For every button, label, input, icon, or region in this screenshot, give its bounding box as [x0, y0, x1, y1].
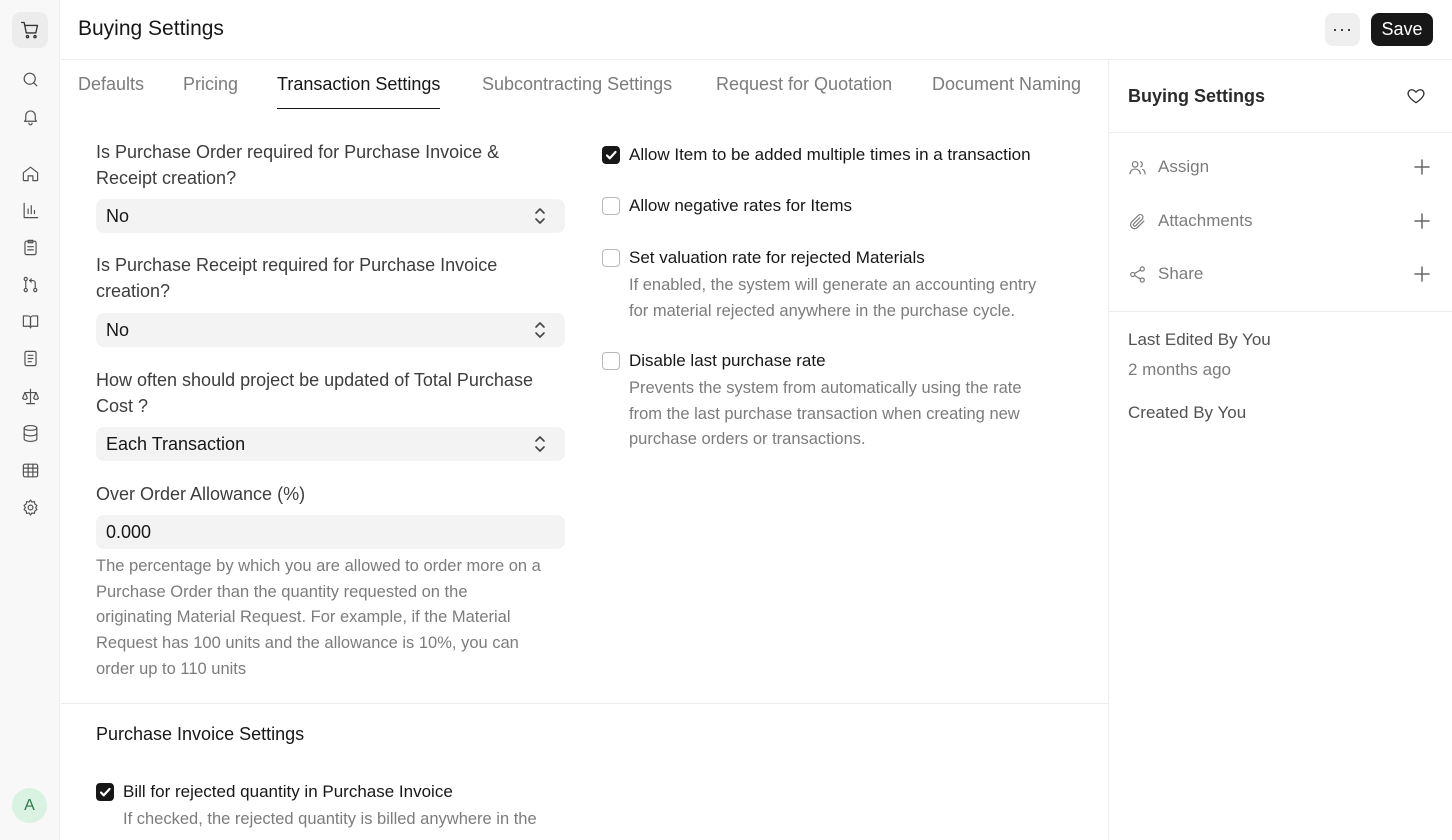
- sidebar-title: Buying Settings: [1128, 86, 1266, 106]
- chevron-up-down-icon: [533, 321, 547, 339]
- file-text-icon[interactable]: [12, 342, 48, 374]
- bill-rejected-quantity-checkbox[interactable]: [96, 783, 114, 801]
- document-sidebar: Buying Settings Assign Attachments Share…: [1108, 60, 1452, 840]
- pr-required-value: No: [106, 319, 130, 340]
- tab-subcontracting-settings[interactable]: Subcontracting Settings: [482, 74, 672, 108]
- home-icon[interactable]: [12, 157, 48, 189]
- gear-icon[interactable]: [12, 491, 48, 523]
- plus-icon[interactable]: [1413, 158, 1433, 178]
- page-header: Buying Settings ··· Save: [61, 0, 1452, 60]
- allow-multiple-items-label[interactable]: Allow Item to be added multiple times in…: [629, 145, 1031, 165]
- chevron-up-down-icon: [533, 435, 547, 453]
- disable-last-purchase-rate-label[interactable]: Disable last purchase rate: [629, 351, 826, 371]
- over-order-allowance-label: Over Order Allowance (%): [96, 484, 306, 504]
- sidebar-divider: [1109, 311, 1452, 312]
- app-logo-cart-icon[interactable]: [12, 12, 48, 48]
- scale-icon[interactable]: [12, 380, 48, 412]
- users-icon: [1128, 158, 1148, 178]
- disable-last-purchase-rate-checkbox[interactable]: [602, 352, 620, 370]
- more-options-button[interactable]: ···: [1325, 13, 1360, 46]
- git-branch-icon[interactable]: [12, 268, 48, 300]
- pr-required-label: Is Purchase Receipt required for Purchas…: [96, 255, 498, 301]
- sidebar-divider: [1109, 132, 1452, 133]
- created-by: Created By You: [1128, 403, 1247, 422]
- check-icon: [605, 150, 617, 160]
- allow-negative-rates-checkbox[interactable]: [602, 197, 620, 215]
- purchase-invoice-settings-title: Purchase Invoice Settings: [96, 724, 305, 744]
- over-order-allowance-input[interactable]: 0.000: [96, 515, 565, 549]
- valuation-rejected-help: If enabled, the system will generate an …: [629, 276, 1037, 320]
- paperclip-icon: [1128, 212, 1148, 232]
- sidebar-share-row[interactable]: Share: [1128, 263, 1433, 287]
- settings-tabs: Defaults Pricing Transaction Settings Su…: [61, 60, 1108, 112]
- allow-multiple-items-checkbox[interactable]: [602, 146, 620, 164]
- tab-defaults[interactable]: Defaults: [78, 74, 144, 108]
- check-icon: [99, 787, 111, 797]
- save-button[interactable]: Save: [1371, 13, 1433, 46]
- project-update-select[interactable]: Each Transaction: [96, 427, 565, 461]
- plus-icon[interactable]: [1413, 212, 1433, 232]
- bill-rejected-quantity-label[interactable]: Bill for rejected quantity in Purchase I…: [123, 782, 453, 802]
- share-label: Share: [1158, 264, 1204, 283]
- attachments-label: Attachments: [1158, 211, 1253, 230]
- valuation-rejected-label[interactable]: Set valuation rate for rejected Material…: [629, 248, 925, 268]
- transaction-settings-form: Is Purchase Order required for Purchase …: [61, 112, 1108, 840]
- tab-document-naming[interactable]: Document Naming: [932, 74, 1081, 108]
- chevron-up-down-icon: [533, 207, 547, 225]
- bell-icon[interactable]: [12, 100, 48, 132]
- sidebar-assign-row[interactable]: Assign: [1128, 156, 1433, 180]
- user-avatar[interactable]: A: [12, 788, 47, 823]
- book-icon[interactable]: [12, 305, 48, 337]
- disable-last-purchase-rate-help: Prevents the system from automatically u…: [629, 379, 1022, 449]
- project-update-label: How often should project be updated of T…: [96, 370, 533, 416]
- po-required-value: No: [106, 205, 130, 226]
- clipboard-icon[interactable]: [12, 231, 48, 263]
- plus-icon[interactable]: [1413, 265, 1433, 285]
- last-edited-by: Last Edited By You: [1128, 330, 1271, 349]
- section-divider: [61, 703, 1108, 704]
- database-icon[interactable]: [12, 417, 48, 449]
- po-required-select[interactable]: No: [96, 199, 565, 233]
- bill-rejected-quantity-help: If checked, the rejected quantity is bil…: [123, 810, 537, 828]
- assign-label: Assign: [1158, 157, 1210, 176]
- last-edited-time: 2 months ago: [1128, 360, 1232, 379]
- search-icon[interactable]: [12, 63, 48, 95]
- page-title: Buying Settings: [78, 17, 224, 40]
- share-icon: [1128, 265, 1148, 285]
- heart-icon[interactable]: [1406, 86, 1428, 108]
- table-icon[interactable]: [12, 454, 48, 486]
- tab-transaction-settings[interactable]: Transaction Settings: [277, 74, 441, 109]
- bar-chart-icon[interactable]: [12, 194, 48, 226]
- over-order-allowance-help: The percentage by which you are allowed …: [96, 557, 541, 678]
- tab-pricing[interactable]: Pricing: [183, 74, 238, 108]
- po-required-label: Is Purchase Order required for Purchase …: [96, 142, 500, 188]
- sidebar-attachments-row[interactable]: Attachments: [1128, 210, 1433, 234]
- tab-request-for-quotation[interactable]: Request for Quotation: [716, 74, 892, 108]
- project-update-value: Each Transaction: [106, 433, 246, 454]
- left-rail: A: [0, 0, 60, 840]
- valuation-rejected-checkbox[interactable]: [602, 249, 620, 267]
- pr-required-select[interactable]: No: [96, 313, 565, 347]
- allow-negative-rates-label[interactable]: Allow negative rates for Items: [629, 196, 852, 216]
